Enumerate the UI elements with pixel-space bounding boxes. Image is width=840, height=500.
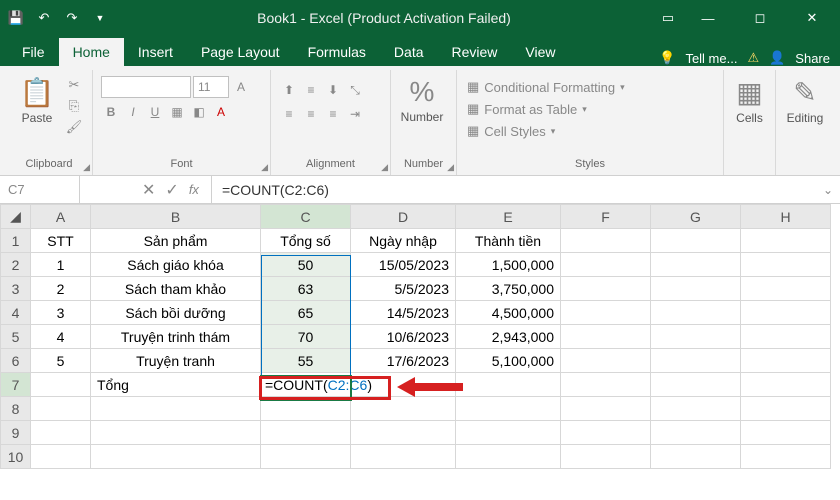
window-title: Book1 - Excel (Product Activation Failed… xyxy=(110,10,658,26)
editing-button[interactable]: ✎Editing xyxy=(784,72,826,125)
align-middle-icon[interactable]: ≡ xyxy=(301,80,321,100)
cell-styles-button[interactable]: ▦Cell Styles▾ xyxy=(465,120,715,142)
copy-icon[interactable]: ⎘ xyxy=(64,97,84,115)
percent-icon: % xyxy=(410,76,435,108)
number-launcher[interactable]: ◢ xyxy=(447,162,454,173)
group-number: % Number Number ◢ xyxy=(391,70,457,175)
save-icon[interactable]: 💾 xyxy=(6,8,26,28)
warning-icon[interactable]: ⚠ xyxy=(747,50,759,66)
undo-icon[interactable]: ↶ xyxy=(34,8,54,28)
cells-button[interactable]: ▦Cells xyxy=(732,72,767,125)
col-header[interactable]: A xyxy=(31,205,91,229)
col-header[interactable]: G xyxy=(651,205,741,229)
share-icon: 👤 xyxy=(769,50,785,66)
font-launcher[interactable]: ◢ xyxy=(261,162,268,173)
titlebar: 💾 ↶ ↷ ▼ Book1 - Excel (Product Activatio… xyxy=(0,0,840,36)
col-header[interactable]: B xyxy=(91,205,261,229)
share-button[interactable]: Share xyxy=(795,51,830,66)
group-editing: ✎Editing xyxy=(776,70,834,175)
cells-icon: ▦ xyxy=(736,76,762,109)
lightbulb-icon: 💡 xyxy=(659,50,675,66)
font-size-input[interactable]: 11 xyxy=(193,76,229,98)
tab-view[interactable]: View xyxy=(511,38,569,66)
fx-icon[interactable]: fx xyxy=(189,182,199,197)
bold-button[interactable]: B xyxy=(101,102,121,122)
tab-formulas[interactable]: Formulas xyxy=(294,38,380,66)
minimize-button[interactable]: — xyxy=(686,3,730,33)
italic-button[interactable]: I xyxy=(123,102,143,122)
tab-home[interactable]: Home xyxy=(59,38,124,66)
group-font: 11 A B I U ▦ ◧ A Font ◢ xyxy=(93,70,271,175)
group-clipboard: 📋 Paste ✂ ⎘ 🖌 Clipboard ◢ xyxy=(6,70,93,175)
col-header[interactable]: E xyxy=(456,205,561,229)
cancel-formula-icon[interactable]: ✕ xyxy=(142,180,155,200)
number-format-button[interactable]: % Number xyxy=(399,72,445,124)
ribbon-options-icon[interactable]: ▭ xyxy=(658,8,678,28)
tab-page-layout[interactable]: Page Layout xyxy=(187,38,294,66)
increase-font-icon[interactable]: A xyxy=(231,77,251,97)
conditional-formatting-button[interactable]: ▦Conditional Formatting▾ xyxy=(465,76,715,98)
formula-input[interactable]: =COUNT(C2:C6) xyxy=(212,182,816,198)
col-header[interactable]: D xyxy=(351,205,456,229)
col-header[interactable]: H xyxy=(741,205,831,229)
alignment-launcher[interactable]: ◢ xyxy=(381,162,388,173)
clipboard-launcher[interactable]: ◢ xyxy=(83,162,90,173)
fill-color-icon[interactable]: ◧ xyxy=(189,102,209,122)
spreadsheet-grid[interactable]: ◢ A B C D E F G H 1STTSản phẩmTổng sốNgà… xyxy=(0,204,840,500)
formula-bar: C7 ✕ ✓ fx =COUNT(C2:C6) ⌄ xyxy=(0,176,840,204)
format-as-table-button[interactable]: ▦Format as Table▾ xyxy=(465,98,715,120)
indent-icon[interactable]: ⇥ xyxy=(345,104,365,124)
font-color-icon[interactable]: A xyxy=(211,102,231,122)
border-icon[interactable]: ▦ xyxy=(167,102,187,122)
redo-icon[interactable]: ↷ xyxy=(62,8,82,28)
col-header[interactable]: F xyxy=(561,205,651,229)
cell-styles-icon: ▦ xyxy=(467,123,479,139)
col-header[interactable]: C xyxy=(261,205,351,229)
cut-icon[interactable]: ✂ xyxy=(64,76,84,94)
confirm-formula-icon[interactable]: ✓ xyxy=(165,180,178,200)
close-button[interactable]: ✕ xyxy=(790,3,834,33)
tab-insert[interactable]: Insert xyxy=(124,38,187,66)
align-center-icon[interactable]: ≡ xyxy=(301,104,321,124)
group-alignment: ⬆ ≡ ⬇ ⤡ ≡ ≡ ≡ ⇥ Alignment ◢ xyxy=(271,70,391,175)
editing-icon: ✎ xyxy=(793,76,816,109)
paste-button[interactable]: 📋 Paste xyxy=(14,72,60,125)
cond-fmt-icon: ▦ xyxy=(467,79,479,95)
tab-file[interactable]: File xyxy=(8,38,59,66)
group-styles: ▦Conditional Formatting▾ ▦Format as Tabl… xyxy=(457,70,724,175)
select-all-button[interactable]: ◢ xyxy=(1,205,31,229)
align-right-icon[interactable]: ≡ xyxy=(323,104,343,124)
group-cells: ▦Cells xyxy=(724,70,776,175)
clipboard-icon: 📋 xyxy=(20,76,55,109)
underline-button[interactable]: U xyxy=(145,102,165,122)
expand-formula-bar-icon[interactable]: ⌄ xyxy=(816,183,840,197)
font-name-input[interactable] xyxy=(101,76,191,98)
maximize-button[interactable]: ◻ xyxy=(738,3,782,33)
tab-data[interactable]: Data xyxy=(380,38,438,66)
align-bottom-icon[interactable]: ⬇ xyxy=(323,80,343,100)
ribbon-tabs: File Home Insert Page Layout Formulas Da… xyxy=(0,36,840,66)
format-painter-icon[interactable]: 🖌 xyxy=(64,118,84,136)
name-box[interactable]: C7 xyxy=(0,176,80,203)
ribbon: 📋 Paste ✂ ⎘ 🖌 Clipboard ◢ 11 A B I U ▦ xyxy=(0,66,840,176)
align-top-icon[interactable]: ⬆ xyxy=(279,80,299,100)
orientation-icon[interactable]: ⤡ xyxy=(345,80,365,100)
annotation-arrow xyxy=(397,377,463,397)
tell-me[interactable]: Tell me... xyxy=(685,51,737,66)
align-left-icon[interactable]: ≡ xyxy=(279,104,299,124)
qat-dropdown-icon[interactable]: ▼ xyxy=(90,8,110,28)
tab-review[interactable]: Review xyxy=(438,38,512,66)
table-icon: ▦ xyxy=(467,101,479,117)
